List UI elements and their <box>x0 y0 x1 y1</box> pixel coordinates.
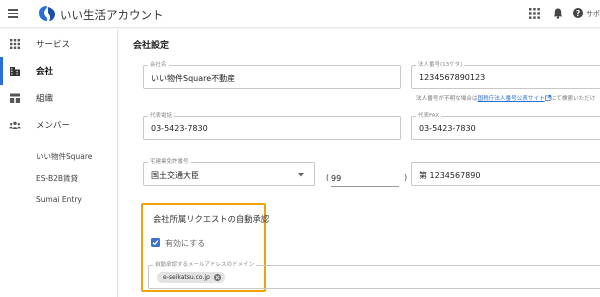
support-label[interactable]: サポ <box>586 9 600 19</box>
phone-field[interactable]: 代表電話 03-5423-7830 <box>143 113 401 140</box>
phone-label: 代表電話 <box>148 113 175 120</box>
corporate-number-note: 法人番号が不明な場合は国税庁法人番号公表サイト にて検索いただけ <box>416 94 596 102</box>
sidebar-item-label: 会社 <box>36 67 54 77</box>
sidebar-item-label: メンバー <box>36 121 71 131</box>
license-number-value: 第 1234567890 <box>419 171 481 180</box>
page-title: 会社設定 <box>133 41 170 51</box>
sidebar-service-link[interactable]: ES-B2B賃貸 <box>36 173 78 184</box>
sidebar-item-organization[interactable]: 組織 <box>0 84 118 112</box>
enable-auto-approval-checkbox[interactable] <box>151 238 160 247</box>
license-renewal-field[interactable]: 99 <box>331 165 399 187</box>
fax-field[interactable]: 代表FAX 03-5423-7830 <box>411 113 600 140</box>
corporate-number-field[interactable]: 法人番号(13ケタ) 1234567890123 <box>411 62 600 89</box>
auto-approval-domain-field[interactable]: 自動承認するメールアドレスのドメイン e-seikatsu.co.jp <box>148 262 600 289</box>
sidebar-item-members[interactable]: メンバー <box>0 111 118 139</box>
active-indicator <box>0 57 3 85</box>
svg-text:?: ? <box>576 9 580 18</box>
sidebar-service-link[interactable]: いい物件Square <box>36 151 92 162</box>
license-label: 宅建業免許番号 <box>148 159 191 166</box>
license-number-field[interactable]: 第 1234567890 <box>411 162 600 186</box>
nta-corporate-number-link[interactable]: 国税庁法人番号公表サイト <box>478 96 545 102</box>
sidebar: サービス 会社 組織 メンバー いい物件Square ES-B2B賃貸 Suma… <box>0 29 118 297</box>
hamburger-menu-icon[interactable] <box>8 9 18 18</box>
sidebar-item-service[interactable]: サービス <box>0 30 118 58</box>
renewal-open-paren: ( <box>326 173 330 182</box>
members-icon <box>9 121 21 129</box>
renewal-close-paren: ) <box>404 173 408 182</box>
sidebar-service-link[interactable]: Sumai Entry <box>36 195 82 204</box>
notification-bell-icon[interactable] <box>553 8 563 19</box>
domain-label: 自動承認するメールアドレスのドメイン <box>153 262 257 269</box>
app-title: いい生活アカウント <box>60 8 164 22</box>
company-icon <box>10 67 20 76</box>
apps-grid-icon[interactable] <box>529 8 540 19</box>
enable-auto-approval-label[interactable]: 有効にする <box>165 238 205 249</box>
main-content: 会社設定 会社名 いい物件Square不動産 法人番号(13ケタ) 123456… <box>119 29 600 297</box>
app-header: いい生活アカウント ? サポ <box>0 0 600 28</box>
domain-chip-label: e-seikatsu.co.jp <box>163 274 210 281</box>
corporate-number-label: 法人番号(13ケタ) <box>416 62 465 69</box>
license-authority-value: 国土交通大臣 <box>151 171 199 180</box>
phone-value: 03-5423-7830 <box>151 124 208 133</box>
license-authority-select[interactable]: 宅建業免許番号 国土交通大臣 <box>143 159 315 186</box>
company-name-label: 会社名 <box>148 62 169 69</box>
checkmark-icon <box>152 240 159 246</box>
fax-label: 代表FAX <box>416 113 442 120</box>
sidebar-item-label: 組織 <box>36 94 54 104</box>
sidebar-item-label: サービス <box>36 40 71 50</box>
company-name-field[interactable]: 会社名 いい物件Square不動産 <box>143 62 401 89</box>
domain-chip[interactable]: e-seikatsu.co.jp <box>157 272 225 283</box>
license-renewal-value: 99 <box>331 174 342 183</box>
help-icon[interactable]: ? <box>573 8 583 18</box>
fax-value: 03-5423-7830 <box>419 124 476 133</box>
auto-approval-title: 会社所属リクエストの自動承認 <box>153 214 270 224</box>
company-name-value: いい物件Square不動産 <box>151 74 236 83</box>
corporate-number-value: 1234567890123 <box>419 73 486 82</box>
organization-icon <box>10 93 20 103</box>
grid-icon <box>10 39 20 49</box>
chevron-down-icon <box>298 173 304 177</box>
sidebar-item-company[interactable]: 会社 <box>0 57 118 85</box>
logo-icon <box>39 6 55 21</box>
chip-remove-icon[interactable] <box>213 274 221 281</box>
